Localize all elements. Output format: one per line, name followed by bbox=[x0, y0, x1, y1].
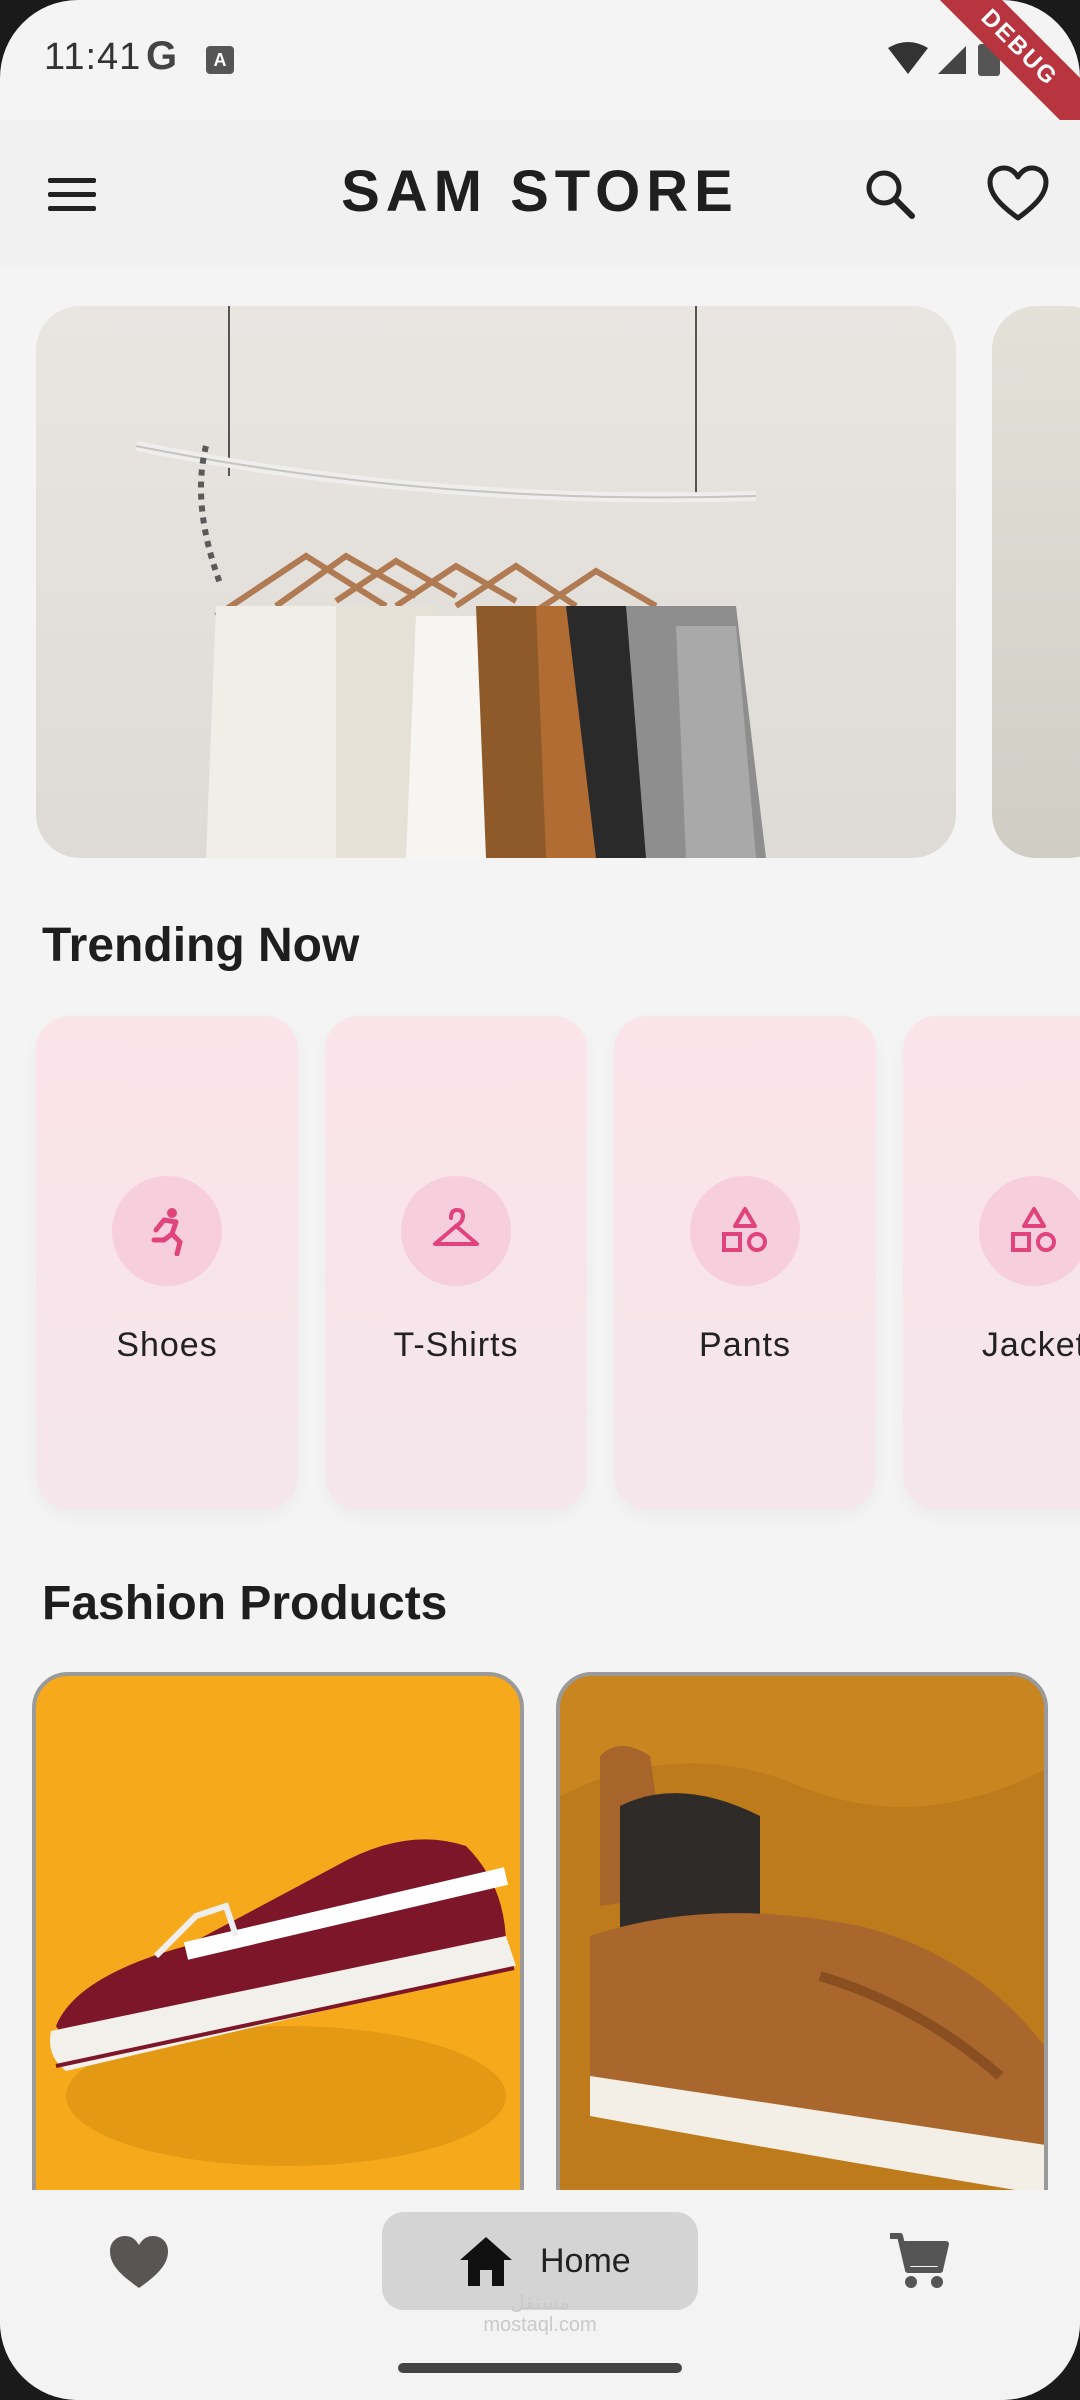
maroon-sneaker-image bbox=[50, 1839, 516, 2166]
category-icon-circle bbox=[979, 1176, 1080, 1286]
notification-icon: A bbox=[206, 46, 234, 74]
clothes-rack-image bbox=[135, 306, 766, 858]
search-button[interactable] bbox=[860, 164, 920, 224]
category-icon-circle bbox=[401, 1176, 511, 1286]
category-card-pants[interactable]: Pants bbox=[614, 1016, 876, 1510]
category-label: T-Shirts bbox=[393, 1326, 519, 1364]
home-indicator[interactable] bbox=[398, 2363, 682, 2373]
heart-outline-icon bbox=[987, 165, 1049, 221]
trending-title: Trending Now bbox=[42, 919, 360, 972]
category-label: Jacket bbox=[981, 1326, 1080, 1364]
watermark-arabic: مستقل bbox=[510, 2292, 570, 2314]
category-label: Shoes bbox=[116, 1326, 218, 1364]
category-card-tshirts[interactable]: T-Shirts bbox=[325, 1016, 587, 1510]
nav-cart-button[interactable] bbox=[888, 2230, 950, 2292]
shapes-icon bbox=[1011, 1207, 1056, 1252]
category-card-jacket[interactable]: Jacket bbox=[903, 1016, 1080, 1510]
shapes-icon bbox=[722, 1207, 767, 1252]
favorites-button[interactable] bbox=[986, 164, 1050, 224]
product-card[interactable] bbox=[32, 1672, 524, 2212]
category-icon-circle bbox=[112, 1176, 222, 1286]
wifi-icon bbox=[888, 42, 928, 74]
signal-icon bbox=[938, 46, 966, 74]
watermark: مستقل mostaql.com bbox=[460, 2292, 620, 2336]
app-bar: SAM STORE bbox=[0, 120, 1080, 266]
banner-next-slide[interactable] bbox=[992, 306, 1080, 858]
watermark-url: mostaql.com bbox=[483, 2314, 597, 2336]
status-bar: 11:41 G A DEBUG bbox=[0, 0, 1080, 152]
nav-favorites-button[interactable] bbox=[106, 2232, 172, 2292]
hanger-icon bbox=[433, 1208, 479, 1246]
fashion-products-title: Fashion Products bbox=[42, 1577, 448, 1630]
product-card[interactable] bbox=[556, 1672, 1048, 2212]
banner-clothes-rack[interactable] bbox=[36, 306, 956, 858]
search-icon bbox=[866, 170, 915, 219]
cart-icon bbox=[890, 2233, 949, 2288]
category-label: Pants bbox=[699, 1326, 791, 1364]
running-person-icon bbox=[151, 1208, 183, 1256]
home-icon bbox=[460, 2237, 512, 2286]
nav-home-label: Home bbox=[540, 2242, 631, 2280]
phone-screen: 11:41 G A DEBUG SAM STORE Trending Now S… bbox=[0, 0, 1080, 2400]
category-card-shoes[interactable]: Shoes bbox=[36, 1016, 298, 1510]
google-icon: G bbox=[146, 34, 178, 78]
brown-sneaker-image bbox=[560, 1746, 1044, 2208]
heart-icon bbox=[110, 2236, 168, 2288]
category-icon-circle bbox=[690, 1176, 800, 1286]
status-time: 11:41 bbox=[44, 36, 142, 78]
